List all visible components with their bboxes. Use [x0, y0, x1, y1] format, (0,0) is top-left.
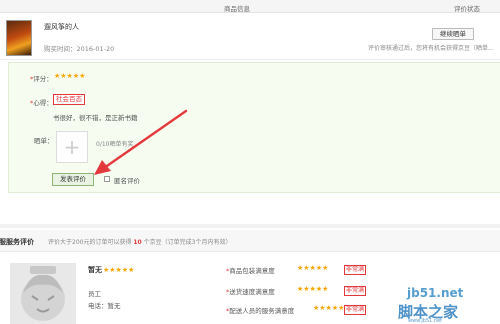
service-rep-stars: ★★★★★ [103, 266, 135, 274]
delivery-speed-rating-badge: 非常满意 [344, 286, 366, 296]
photo-upload-button[interactable]: + [56, 131, 88, 163]
service-rep-phone: 电话：暂无 [88, 302, 121, 310]
submit-review-button[interactable]: 发表评价 [52, 173, 94, 186]
courier-service-rating-label: *配送人员的服务满意度 [226, 307, 295, 315]
packaging-rating-label: *商品包装满意度 [226, 267, 275, 275]
product-title-link[interactable]: 遛风筝的人 [44, 22, 79, 32]
service-review-note: 评价大于200元的订单可以获得 10 个京豆（订单完成3个月内有效） [48, 239, 232, 246]
courier-service-rating-stars[interactable]: ★★★★★ [313, 304, 344, 312]
experience-tag-selected[interactable]: 社会百态 [53, 94, 85, 105]
jingdou-count: 10 [133, 239, 142, 246]
service-rep-role: 员工 [88, 290, 101, 298]
review-bonus-note: 评价审核通过后，您将有机会获得京豆（晒单... [368, 45, 494, 52]
red-arrow-annotation [94, 109, 188, 175]
service-rep-name: 暂无★★★★★ [88, 266, 135, 274]
service-review-title: 京东客服服务评价 [0, 238, 34, 246]
delivery-speed-rating-stars[interactable]: ★★★★★ [297, 285, 328, 293]
book-cover-image[interactable] [6, 20, 32, 56]
rating-stars[interactable]: ★★★★★ [54, 72, 85, 80]
product-info-header: 商品信息 [224, 5, 250, 13]
photo-label: 晒单： [34, 137, 54, 145]
experience-label: *心得： [30, 99, 53, 107]
courier-service-rating-badge: 非常满意 [344, 305, 366, 315]
section-divider [0, 224, 500, 228]
continue-photo-review-button[interactable]: 继续晒单 [432, 28, 474, 40]
service-rep-avatar [10, 263, 76, 324]
delivery-speed-rating-label: *送货速度满意度 [226, 288, 275, 296]
watermark-site: jb51.net [407, 286, 464, 300]
purchase-time: 购买时间：2016-01-20 [44, 45, 115, 53]
order-table-header: 商品信息 评价状态 [0, 0, 500, 13]
packaging-rating-badge: 非常满意 [344, 265, 366, 275]
rating-label: *评分： [30, 75, 53, 83]
watermark-url: www.jb51.net [408, 318, 443, 324]
product-row [0, 14, 500, 60]
avatar-placeholder-icon [21, 266, 65, 321]
packaging-rating-stars[interactable]: ★★★★★ [297, 264, 328, 272]
review-status-header: 评价状态 [454, 5, 480, 13]
